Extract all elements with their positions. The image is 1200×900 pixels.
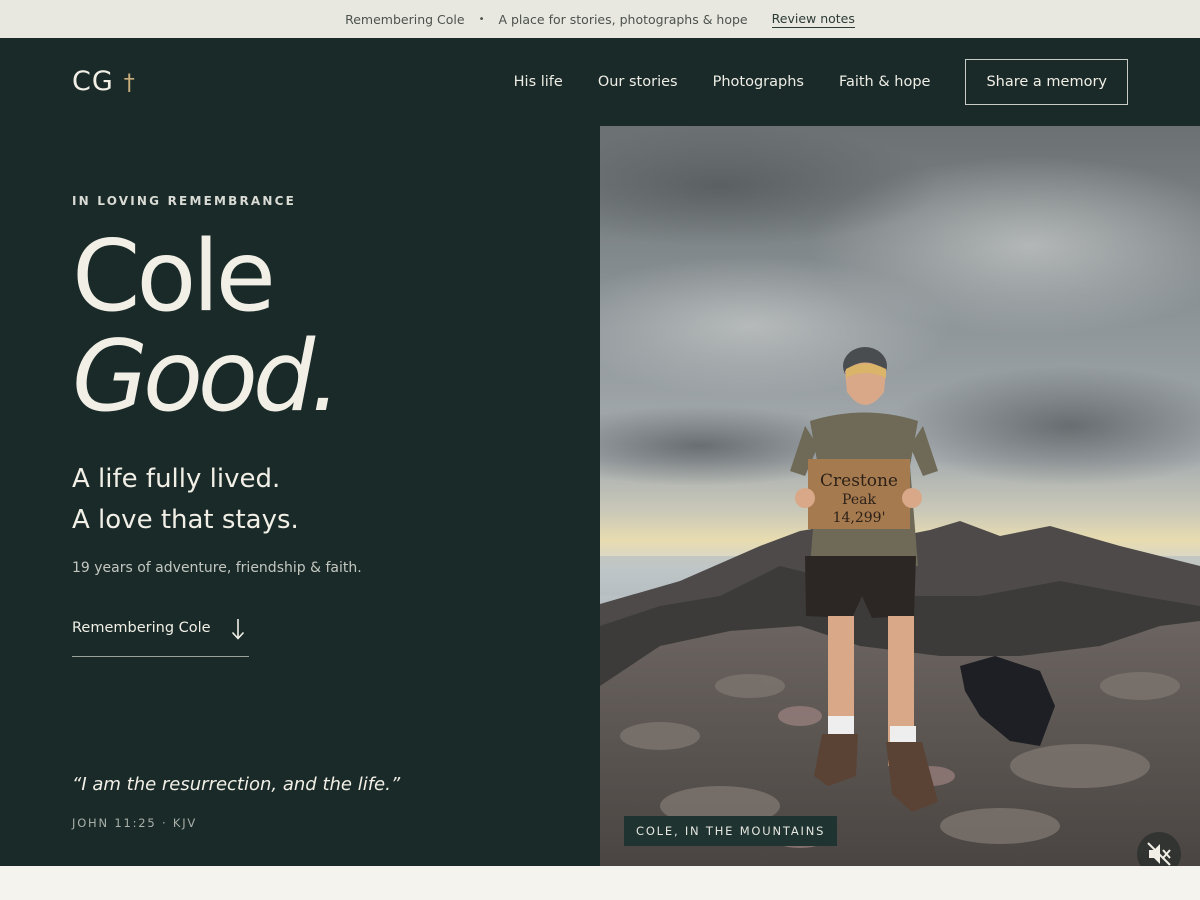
speaker-muted-icon (1147, 842, 1171, 866)
photo-caption: COLE, IN THE MOUNTAINS (624, 816, 838, 846)
last-name-heading: Good. (72, 320, 341, 434)
nav-item-our-stories[interactable]: Our stories (598, 74, 678, 90)
nav-item-faith-hope[interactable]: Faith & hope (839, 74, 931, 90)
banner-title: Remembering Cole (345, 11, 465, 27)
first-name-heading: Cole (72, 220, 276, 334)
hero-section: CG † His life Our stories Photographs Fai… (0, 38, 1200, 866)
eyebrow-label: IN LOVING REMEMBRANCE (72, 194, 297, 208)
mute-toggle-button[interactable] (1137, 832, 1181, 866)
scripture-citation: JOHN 11:25 · KJV (72, 816, 198, 830)
arrow-down-icon (231, 619, 245, 640)
hero-subtitle: 19 years of adventure, friendship & fait… (72, 560, 362, 576)
remembering-cole-label: Remembering Cole (72, 620, 211, 636)
mountain-summit-photo: Crestone Peak 14,299' (600, 126, 1200, 866)
remembering-cole-link[interactable]: Remembering Cole (72, 616, 249, 657)
banner-tagline: A place for stories, photographs & hope (498, 11, 748, 27)
tagline-line-1: A life fully lived. (72, 464, 281, 494)
hero-photo: Crestone Peak 14,299' COLE, IN THE MOUNT… (600, 126, 1200, 866)
top-banner: Remembering Cole • A place for stories, … (0, 0, 1200, 38)
scripture-quote: “I am the resurrection, and the life.” (72, 774, 401, 795)
nav-item-photographs[interactable]: Photographs (713, 74, 804, 90)
share-memory-button[interactable]: Share a memory (965, 59, 1128, 105)
sign-line-3: 14,299' (833, 510, 886, 526)
nav-links: His life Our stories Photographs Faith &… (514, 59, 1128, 105)
hero-text: IN LOVING REMEMBRANCE Cole Good. A life … (72, 38, 572, 866)
sign-line-1: Crestone (820, 471, 898, 491)
sign-line-2: Peak (842, 492, 876, 508)
review-notes-link[interactable]: Review notes (771, 11, 855, 28)
banner-separator: • (478, 13, 485, 25)
tagline-line-2: A love that stays. (72, 505, 299, 535)
